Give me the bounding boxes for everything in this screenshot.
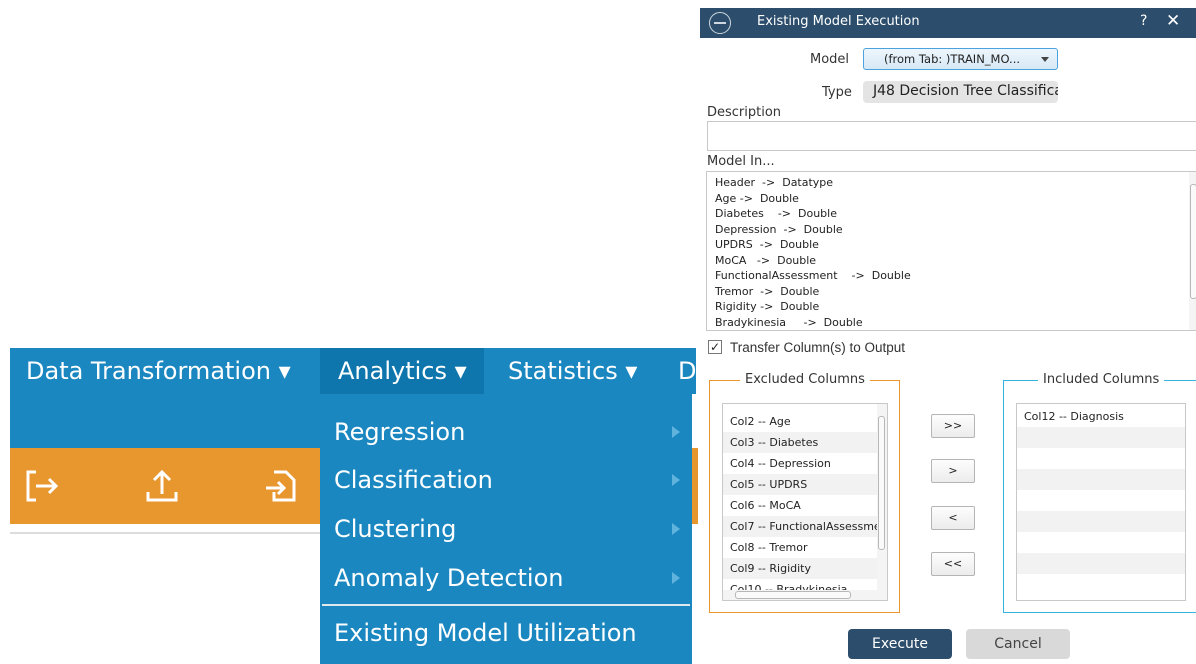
list-row-empty bbox=[1017, 532, 1185, 553]
analytics-dropdown: Regression Classification Clustering Ano… bbox=[320, 394, 692, 664]
menu-item-regression[interactable]: Regression bbox=[320, 408, 692, 456]
toolbar bbox=[10, 448, 320, 524]
list-item[interactable]: Col6 -- MoCA bbox=[723, 495, 877, 516]
excluded-columns-list[interactable]: Col2 -- Age Col3 -- Diabetes Col4 -- Dep… bbox=[722, 403, 888, 601]
dialog-title: Existing Model Execution bbox=[757, 14, 920, 29]
list-row-empty bbox=[1017, 448, 1185, 469]
chevron-right-icon bbox=[672, 523, 680, 535]
list-item[interactable]: Col8 -- Tremor bbox=[723, 537, 877, 558]
menu-item-anomaly-detection[interactable]: Anomaly Detection bbox=[320, 554, 692, 602]
included-columns-list[interactable]: Col12 -- Diagnosis bbox=[1016, 403, 1186, 601]
model-in-line: Rigidity -> Double bbox=[715, 300, 820, 313]
list-item[interactable]: Col12 -- Diagnosis bbox=[1017, 406, 1185, 427]
import-file-icon[interactable] bbox=[260, 466, 300, 506]
list-row-empty bbox=[1017, 574, 1185, 595]
list-item[interactable]: Col9 -- Rigidity bbox=[723, 558, 877, 579]
add-button[interactable]: > bbox=[931, 459, 975, 483]
dropdown-separator bbox=[322, 604, 690, 606]
list-item[interactable]: Col5 -- UPDRS bbox=[723, 474, 877, 495]
model-in-textarea[interactable]: Header -> Datatype Age -> Double Diabete… bbox=[706, 171, 1196, 331]
chevron-right-icon bbox=[672, 572, 680, 584]
model-in-line: Depression -> Double bbox=[715, 222, 843, 236]
chevron-right-icon bbox=[672, 426, 680, 438]
transfer-columns-label: Transfer Column(s) to Output bbox=[730, 340, 906, 355]
menu-statistics[interactable]: Statistics ▾ bbox=[508, 348, 637, 394]
app-logo-icon bbox=[709, 12, 731, 34]
excluded-columns-title: Excluded Columns bbox=[740, 372, 870, 387]
scroll-thumb[interactable] bbox=[735, 591, 851, 599]
menu-bar: Data Transformation ▾ Analytics ▾ Statis… bbox=[10, 348, 696, 394]
type-field: J48 Decision Tree Classification bbox=[863, 81, 1058, 103]
model-in-scrollbar[interactable] bbox=[1189, 172, 1196, 330]
model-in-line: Age -> Double bbox=[715, 191, 799, 205]
toolbar-edge bbox=[692, 448, 698, 524]
included-columns-title: Included Columns bbox=[1038, 372, 1165, 387]
remove-button[interactable]: < bbox=[931, 506, 975, 530]
execute-button[interactable]: Execute bbox=[848, 629, 952, 659]
menu-item-classification[interactable]: Classification bbox=[320, 456, 692, 504]
model-in-line: Diabetes -> Double bbox=[715, 207, 837, 220]
model-in-line: MoCA -> Double bbox=[715, 253, 817, 267]
menu-analytics[interactable]: Analytics ▾ bbox=[320, 348, 484, 394]
list-row-empty bbox=[1017, 553, 1185, 574]
excluded-columns-group: Excluded Columns Col2 -- Age Col3 -- Dia… bbox=[709, 372, 900, 613]
list-item[interactable]: Col2 -- Age bbox=[723, 411, 877, 432]
add-all-button[interactable]: >> bbox=[931, 414, 975, 438]
list-item[interactable]: Col7 -- FunctionalAssessme bbox=[723, 516, 881, 537]
list-row-empty bbox=[1017, 511, 1185, 532]
transfer-columns-checkbox[interactable]: ✓ bbox=[708, 340, 722, 354]
dialog-titlebar: Existing Model Execution ? ✕ bbox=[700, 8, 1196, 38]
scroll-thumb[interactable] bbox=[878, 416, 885, 550]
sub-menu-strip bbox=[10, 394, 320, 448]
help-button[interactable]: ? bbox=[1140, 13, 1147, 29]
description-label: Description bbox=[707, 105, 782, 120]
model-in-line: Tremor -> Double bbox=[715, 284, 820, 298]
model-select[interactable]: (from Tab: )TRAIN_MO... bbox=[863, 48, 1058, 70]
remove-all-button[interactable]: << bbox=[931, 552, 975, 576]
list-item[interactable]: Col3 -- Diabetes bbox=[723, 432, 877, 453]
menu-data-transformation[interactable]: Data Transformation ▾ bbox=[26, 348, 291, 394]
model-in-label: Model In... bbox=[707, 154, 775, 169]
list-row-empty bbox=[1017, 427, 1185, 448]
upload-icon[interactable] bbox=[142, 466, 182, 506]
logout-icon[interactable] bbox=[22, 466, 62, 506]
type-label: Type bbox=[822, 85, 852, 100]
excluded-list-vscrollbar[interactable] bbox=[877, 404, 887, 600]
menu-item-existing-model-utilization[interactable]: Existing Model Utilization bbox=[320, 609, 692, 657]
description-input[interactable] bbox=[707, 121, 1196, 151]
excluded-list-hscrollbar[interactable] bbox=[723, 590, 877, 600]
list-item[interactable]: Col4 -- Depression bbox=[723, 453, 877, 474]
model-label: Model bbox=[810, 52, 850, 67]
model-in-line: Bradykinesia -> Double bbox=[715, 315, 863, 329]
chevron-right-icon bbox=[672, 474, 680, 486]
included-columns-group: Included Columns Col12 -- Diagnosis bbox=[1003, 372, 1196, 613]
close-button[interactable]: ✕ bbox=[1166, 11, 1180, 31]
divider bbox=[10, 532, 320, 534]
menu-more[interactable]: D bbox=[678, 348, 696, 394]
cancel-button[interactable]: Cancel bbox=[966, 629, 1070, 659]
model-in-line: FunctionalAssessment -> Double bbox=[715, 269, 911, 282]
existing-model-execution-dialog: Existing Model Execution ? ✕ Model (from… bbox=[700, 8, 1196, 664]
model-in-line: Header -> Datatype bbox=[715, 176, 834, 189]
list-row-empty bbox=[1017, 490, 1185, 511]
list-row-empty bbox=[1017, 469, 1185, 490]
chevron-down-icon bbox=[1041, 57, 1049, 62]
scroll-thumb[interactable] bbox=[1190, 184, 1196, 299]
model-in-line: UPDRS -> Double bbox=[715, 238, 819, 251]
menu-item-clustering[interactable]: Clustering bbox=[320, 505, 692, 553]
